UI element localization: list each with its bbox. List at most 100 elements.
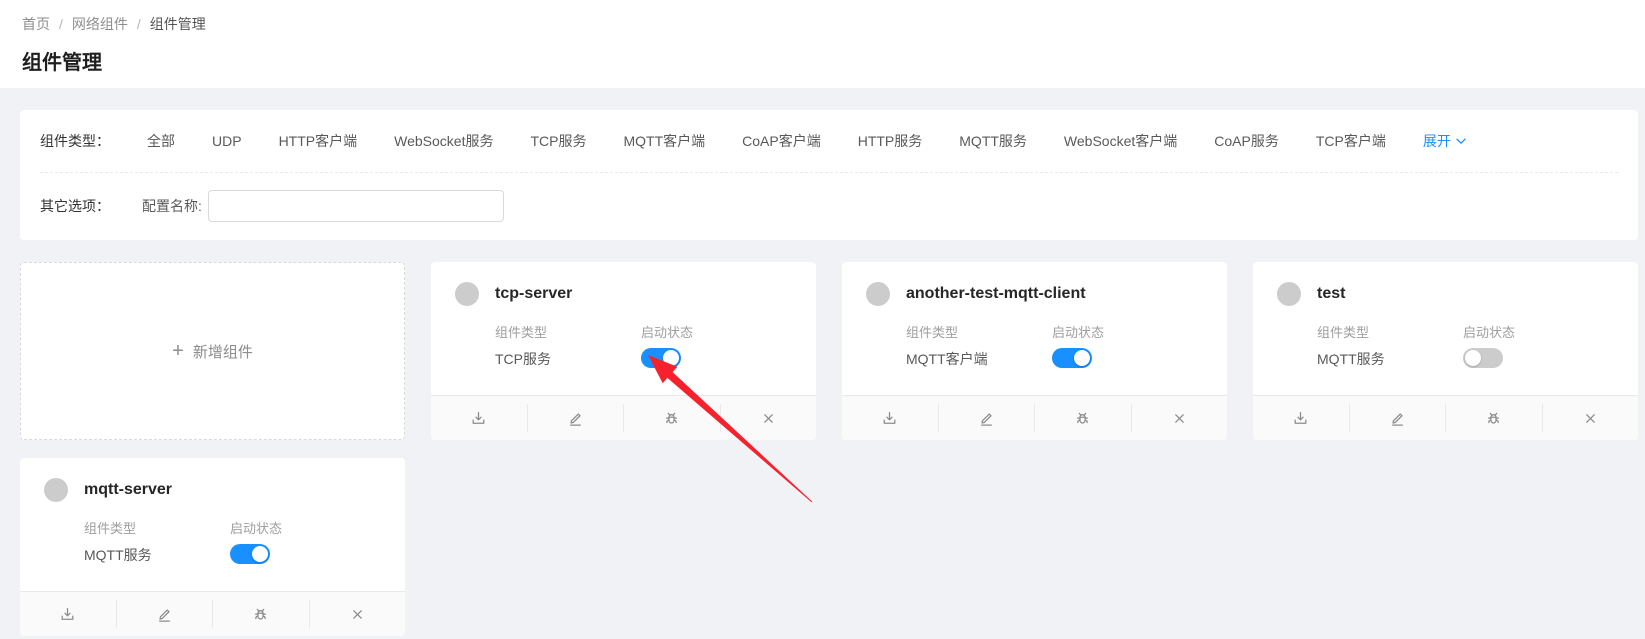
close-icon	[349, 606, 366, 623]
download-action[interactable]	[842, 396, 938, 440]
delete-action[interactable]	[310, 592, 406, 636]
bug-icon	[663, 410, 680, 427]
card-action-bar	[431, 395, 816, 440]
edit-action[interactable]	[1350, 396, 1446, 440]
filter-type-option[interactable]: 全部	[147, 131, 175, 151]
component-name: mqtt-server	[84, 481, 172, 499]
component-card-test: test 组件类型 MQTT服务 启动状态	[1253, 262, 1638, 440]
breadcrumb-component-management: 组件管理	[150, 14, 206, 34]
filter-type-option[interactable]: WebSocket客户端	[1064, 131, 1177, 151]
filter-type-option[interactable]: HTTP客户端	[279, 131, 358, 151]
breadcrumb-separator: /	[59, 16, 63, 32]
bug-icon	[1485, 410, 1502, 427]
start-status-toggle[interactable]	[1052, 348, 1092, 368]
breadcrumb: 首页 / 网络组件 / 组件管理	[22, 14, 1645, 34]
card-action-bar	[842, 395, 1227, 440]
toggle-knob	[1074, 350, 1090, 366]
edit-icon	[1389, 410, 1406, 427]
close-icon	[760, 410, 777, 427]
start-status-field-label: 启动状态	[1052, 322, 1198, 341]
add-component-card[interactable]: + 新增组件	[20, 262, 405, 440]
start-status-field-label: 启动状态	[1463, 322, 1609, 341]
component-type-field-label: 组件类型	[1317, 322, 1463, 341]
component-name: another-test-mqtt-client	[906, 285, 1086, 303]
debug-action[interactable]	[213, 592, 309, 636]
filter-type-option[interactable]: MQTT客户端	[623, 131, 705, 151]
expand-link-label: 展开	[1423, 131, 1451, 151]
component-type-value: TCP服务	[495, 349, 641, 369]
download-icon	[1292, 410, 1309, 427]
edit-action[interactable]	[939, 396, 1035, 440]
component-type-field-label: 组件类型	[495, 322, 641, 341]
toggle-knob	[1465, 350, 1481, 366]
page-header: 首页 / 网络组件 / 组件管理 组件管理	[0, 0, 1645, 88]
debug-action[interactable]	[1035, 396, 1131, 440]
filter-type-option[interactable]: HTTP服务	[858, 131, 923, 151]
delete-action[interactable]	[1543, 396, 1639, 440]
breadcrumb-network-components[interactable]: 网络组件	[72, 14, 128, 34]
filter-panel: 组件类型： 全部 UDP HTTP客户端 WebSocket服务 TCP服务 M…	[20, 110, 1638, 240]
breadcrumb-home[interactable]: 首页	[22, 14, 50, 34]
download-icon	[470, 410, 487, 427]
filter-type-option[interactable]: WebSocket服务	[394, 131, 493, 151]
component-avatar	[866, 282, 890, 306]
page-title: 组件管理	[22, 46, 1645, 75]
component-avatar	[44, 478, 68, 502]
add-component-label: 新增组件	[193, 341, 253, 362]
plus-icon: +	[172, 341, 184, 361]
expand-link[interactable]: 展开	[1423, 131, 1466, 151]
component-card-another-test-mqtt-client: another-test-mqtt-client 组件类型 MQTT客户端 启动…	[842, 262, 1227, 440]
download-icon	[881, 410, 898, 427]
start-status-toggle[interactable]	[1463, 348, 1503, 368]
component-avatar	[455, 282, 479, 306]
filter-type-option[interactable]: TCP服务	[530, 131, 586, 151]
start-status-field-label: 启动状态	[641, 322, 787, 341]
card-body: another-test-mqtt-client 组件类型 MQTT客户端 启动…	[842, 262, 1227, 395]
filter-type-option[interactable]: MQTT服务	[959, 131, 1027, 151]
bug-icon	[1074, 410, 1091, 427]
start-status-field-label: 启动状态	[230, 518, 376, 537]
bug-icon	[252, 606, 269, 623]
component-type-value: MQTT服务	[84, 545, 230, 565]
start-status-toggle[interactable]	[230, 544, 270, 564]
start-status-toggle[interactable]	[641, 348, 681, 368]
debug-action[interactable]	[1446, 396, 1542, 440]
delete-action[interactable]	[1132, 396, 1228, 440]
filter-type-option[interactable]: CoAP服务	[1214, 131, 1279, 151]
chevron-down-icon	[1456, 138, 1466, 145]
edit-action[interactable]	[117, 592, 213, 636]
component-name: test	[1317, 285, 1345, 303]
edit-icon	[978, 410, 995, 427]
download-action[interactable]	[431, 396, 527, 440]
component-type-filter-row: 组件类型： 全部 UDP HTTP客户端 WebSocket服务 TCP服务 M…	[40, 110, 1618, 173]
download-action[interactable]	[1253, 396, 1349, 440]
download-action[interactable]	[20, 592, 116, 636]
breadcrumb-separator: /	[137, 16, 141, 32]
edit-action[interactable]	[528, 396, 624, 440]
filter-type-option[interactable]: CoAP客户端	[742, 131, 821, 151]
config-name-input[interactable]	[208, 190, 504, 222]
edit-icon	[567, 410, 584, 427]
component-avatar	[1277, 282, 1301, 306]
filter-type-option[interactable]: TCP客户端	[1316, 131, 1386, 151]
component-type-field-label: 组件类型	[906, 322, 1052, 341]
component-type-value: MQTT服务	[1317, 349, 1463, 369]
toggle-knob	[663, 350, 679, 366]
debug-action[interactable]	[624, 396, 720, 440]
delete-action[interactable]	[721, 396, 817, 440]
component-type-field-label: 组件类型	[84, 518, 230, 537]
component-type-label: 组件类型：	[40, 131, 110, 151]
edit-icon	[156, 606, 173, 623]
config-name-label: 配置名称:	[142, 196, 202, 216]
filter-type-option[interactable]: UDP	[212, 133, 242, 149]
download-icon	[59, 606, 76, 623]
close-icon	[1582, 410, 1599, 427]
component-card-mqtt-server: mqtt-server 组件类型 MQTT服务 启动状态	[20, 458, 405, 636]
card-body: tcp-server 组件类型 TCP服务 启动状态	[431, 262, 816, 395]
component-cards-grid: + 新增组件 tcp-server 组件类型 TCP服务 启动状态	[20, 262, 1638, 636]
component-name: tcp-server	[495, 285, 572, 303]
component-card-tcp-server: tcp-server 组件类型 TCP服务 启动状态	[431, 262, 816, 440]
component-type-value: MQTT客户端	[906, 349, 1052, 369]
other-options-label: 其它选项：	[40, 196, 110, 216]
card-action-bar	[1253, 395, 1638, 440]
